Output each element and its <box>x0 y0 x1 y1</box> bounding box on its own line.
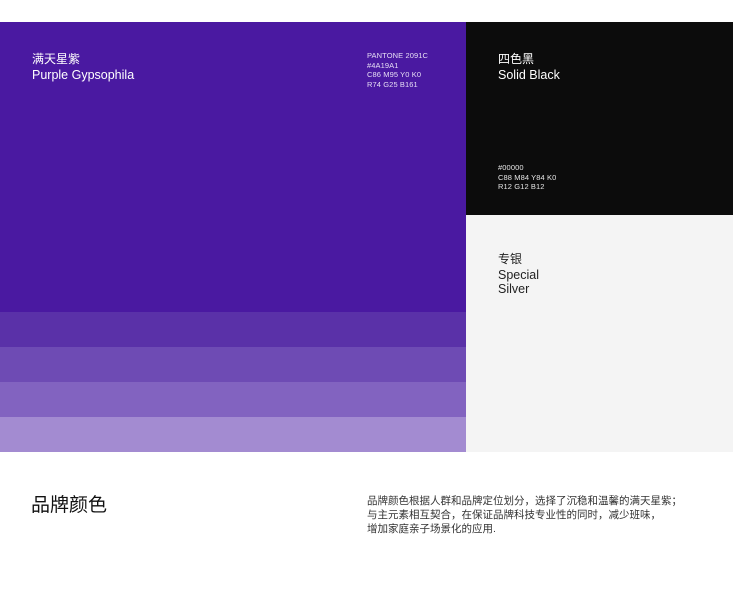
silver-color-swatch: 专银 Special Silver <box>466 215 733 452</box>
silver-name-en-line-2: Silver <box>498 282 530 296</box>
primary-color-name-cn: 满天星紫 <box>32 52 81 66</box>
silver-color-name-cn: 专银 <box>498 252 523 266</box>
black-spec-cmyk: C88 M84 Y84 K0 <box>498 172 557 182</box>
description-line-3: 增加家庭亲子场景化的应用. <box>367 523 496 535</box>
black-spec-rgb: R12 G12 B12 <box>498 182 545 192</box>
black-color-name-en: Solid Black <box>498 68 560 82</box>
silver-color-name-en: Special Silver <box>498 268 539 296</box>
black-color-specs: #00000 C88 M84 Y84 K0 R12 G12 B12 <box>498 163 556 192</box>
primary-tint-1 <box>0 312 466 347</box>
section-title: 品牌颜色 <box>31 495 108 516</box>
description-line-2: 与主元素相互契合，在保证品牌科技专业性的同时，减少班味， <box>367 509 661 521</box>
black-spec-hex: #00000 <box>498 163 524 172</box>
primary-color-specs: PANTONE 2091C #4A19A1 C86 M95 Y0 K0 R74 … <box>367 51 428 89</box>
description-line-1: 品牌颜色根据人群和品牌定位划分，选择了沉稳和温馨的满天星紫； <box>367 495 682 507</box>
section-description: 品牌颜色根据人群和品牌定位划分，选择了沉稳和温馨的满天星紫； 与主元素相互契合，… <box>367 494 729 536</box>
primary-color-swatch: 满天星紫 Purple Gypsophila PANTONE 2091C #4A… <box>0 22 466 312</box>
black-color-name-cn: 四色黑 <box>498 52 535 66</box>
primary-spec-hex: #4A19A1 <box>367 60 399 70</box>
primary-tint-2 <box>0 347 466 382</box>
primary-tint-3 <box>0 382 466 417</box>
primary-spec-rgb: R74 G25 B161 <box>367 79 418 89</box>
primary-tint-4 <box>0 417 466 452</box>
color-palette-board: 满天星紫 Purple Gypsophila PANTONE 2091C #4A… <box>0 22 733 452</box>
black-color-swatch: 四色黑 Solid Black #00000 C88 M84 Y84 K0 R1… <box>466 22 733 215</box>
primary-color-name-en: Purple Gypsophila <box>32 68 135 82</box>
primary-spec-pantone: PANTONE 2091C <box>367 51 429 60</box>
primary-spec-cmyk: C86 M95 Y0 K0 <box>367 70 422 80</box>
silver-name-en-line-1: Special <box>498 268 539 282</box>
